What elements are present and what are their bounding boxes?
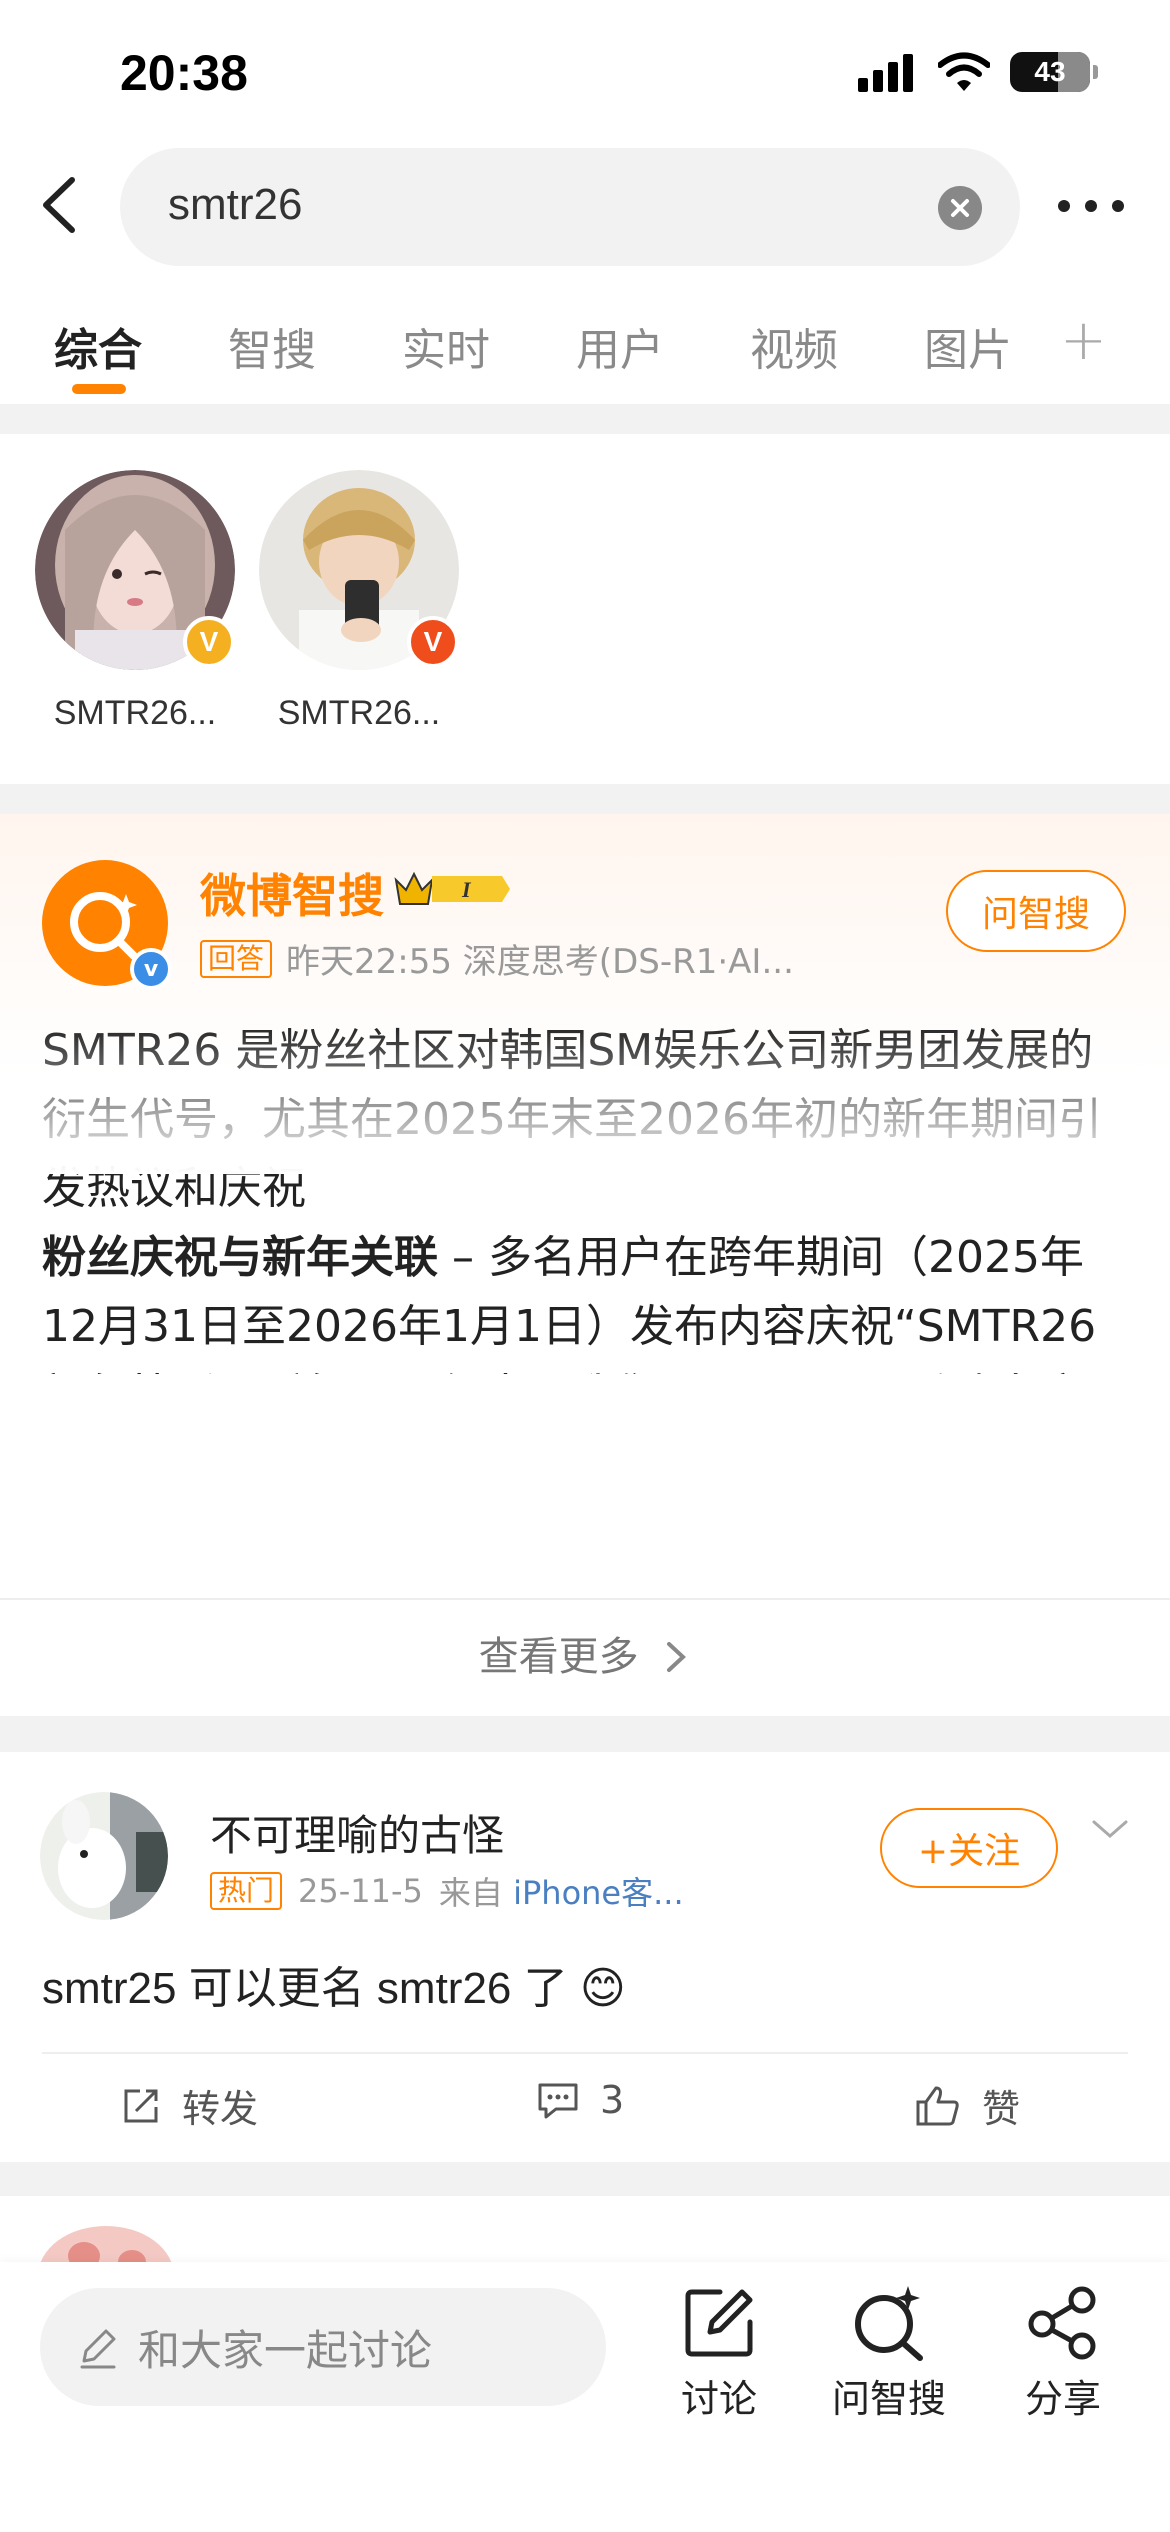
user-card[interactable]: V SMTR26... (254, 470, 464, 733)
comment-icon (538, 2083, 578, 2119)
pencil-icon (80, 2329, 116, 2369)
like-button[interactable]: 赞 (914, 2078, 1020, 2133)
back-arrow-icon[interactable] (28, 170, 98, 240)
smart-search-logo[interactable]: v (42, 860, 172, 990)
post-time: 昨天22:55 深度思考(DS-R1·AI... (286, 942, 794, 982)
active-tab-indicator (72, 384, 126, 394)
like-label: 赞 (982, 2087, 1021, 2131)
battery-level: 43 (1034, 56, 1066, 87)
discuss-button[interactable]: 讨论 (644, 2284, 794, 2423)
repost-button[interactable]: 转发 (120, 2078, 258, 2133)
follow-button[interactable]: +关注 (880, 1808, 1058, 1888)
ask-smart-search-bottom-button[interactable]: 问智搜 (814, 2284, 964, 2423)
level-text: I (461, 877, 472, 902)
ask-label: 问智搜 (831, 2377, 946, 2421)
ai-answer-heading: 粉丝庆祝与新年关联 (42, 1232, 438, 1283)
avatar[interactable] (40, 1792, 168, 1920)
smart-search-icon (855, 2286, 923, 2361)
post-body: smtr25 可以更名 smtr26 了 (42, 1964, 568, 2013)
search-input[interactable]: smtr26 (120, 148, 1020, 266)
comment-button[interactable]: 3 (536, 2078, 624, 2122)
thumbs-up-icon (916, 2086, 959, 2125)
search-tabs: 综合 智搜 实时 用户 视频 图片 + (0, 300, 1170, 400)
feed-post: 不可理喻的古怪 热门 25-11-5 来自 iPhone客... +关注 smt… (0, 1752, 1170, 2162)
smile-emoji-icon: 😊 (579, 1963, 626, 2014)
user-results: V SMTR26... V SMTR26... (0, 434, 1170, 784)
add-tab-icon[interactable]: + (1060, 308, 1107, 373)
share-icon (1028, 2286, 1096, 2360)
post-meta: 热门 25-11-5 来自 iPhone客... (210, 1868, 684, 1914)
comment-count: 3 (600, 2078, 625, 2122)
user-card[interactable]: V SMTR26... (30, 470, 240, 733)
avatar[interactable]: V (259, 470, 459, 670)
post-source-prefix: 来自 (438, 1874, 503, 1912)
discuss-label: 讨论 (680, 2377, 757, 2421)
hot-tag: 热门 (210, 1872, 283, 1910)
wifi-icon (938, 52, 990, 91)
author-name[interactable]: 不可理喻的古怪 (210, 1802, 504, 1863)
discuss-input[interactable]: 和大家一起讨论 (40, 2288, 606, 2406)
smart-search-name[interactable]: 微博智搜 (200, 860, 384, 926)
chevron-down-icon[interactable] (1090, 1814, 1130, 1844)
compose-icon (685, 2289, 753, 2357)
answer-tag: 回答 (200, 939, 273, 978)
cellular-signal-icon (858, 54, 913, 92)
divider (0, 2162, 1170, 2196)
user-name[interactable]: SMTR26... (30, 694, 240, 733)
clear-search-icon[interactable] (938, 186, 982, 230)
tab-smart-search[interactable]: 智搜 (228, 314, 316, 378)
tab-comprehensive[interactable]: 综合 (54, 314, 142, 378)
status-bar: 20:38 43 (0, 0, 1170, 140)
verified-badge-icon: V (183, 616, 235, 668)
crown-level-icon: I (394, 871, 510, 905)
see-more-button[interactable]: 查看更多 (0, 1624, 1170, 1682)
search-query[interactable]: smtr26 (168, 180, 302, 230)
see-more-label: 查看更多 (478, 1634, 639, 1680)
avatar[interactable]: V (35, 470, 235, 670)
ai-answer-paragraph: SMTR26 是粉丝社区对韩国SM娱乐公司新男团发展的衍生代号，尤其在2025年… (42, 1025, 1102, 1214)
ai-answer-text[interactable]: SMTR26 是粉丝社区对韩国SM娱乐公司新男团发展的衍生代号，尤其在2025年… (42, 1016, 1132, 1374)
status-time: 20:38 (120, 45, 248, 101)
smart-search-card: v 微博智搜 I 回答 昨天22:55 深度思考(DS-R1·AI... 问智搜… (0, 814, 1170, 1714)
repost-icon (124, 2089, 158, 2122)
search-header: smtr26 (0, 148, 1170, 268)
verified-badge-icon: V (407, 616, 459, 668)
divider (0, 1716, 1170, 1752)
ask-smart-search-button[interactable]: 问智搜 (946, 870, 1126, 952)
chevron-right-icon (667, 1642, 687, 1672)
post-source[interactable]: iPhone客... (513, 1874, 684, 1912)
share-button[interactable]: 分享 (988, 2284, 1138, 2423)
bottom-action-bar: 和大家一起讨论 讨论 问智搜 分享 (0, 2262, 1170, 2532)
divider (0, 784, 1170, 814)
discuss-placeholder: 和大家一起讨论 (138, 2325, 433, 2375)
post-text[interactable]: smtr25 可以更名 smtr26 了 😊 (42, 1952, 626, 2016)
smart-search-meta: 回答 昨天22:55 深度思考(DS-R1·AI... (200, 934, 794, 983)
more-options-icon[interactable] (1054, 184, 1128, 228)
verified-badge-icon: v (130, 948, 172, 990)
tab-users[interactable]: 用户 (576, 314, 664, 378)
tab-videos[interactable]: 视频 (750, 314, 838, 378)
post-date: 25-11-5 (298, 1872, 423, 1910)
battery-icon: 43 (1010, 52, 1098, 92)
divider (0, 404, 1170, 434)
user-name[interactable]: SMTR26... (254, 694, 464, 733)
share-label: 分享 (1024, 2377, 1101, 2421)
tab-realtime[interactable]: 实时 (402, 314, 490, 378)
repost-label: 转发 (182, 2087, 259, 2131)
tab-images[interactable]: 图片 (924, 314, 1012, 378)
